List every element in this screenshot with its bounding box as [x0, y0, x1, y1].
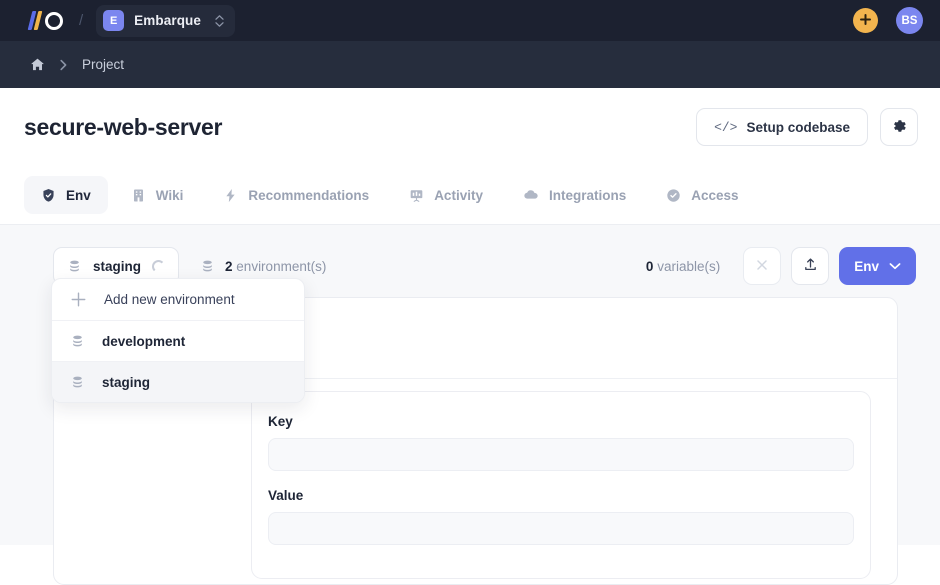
- database-icon: [70, 375, 85, 390]
- page-title: secure-web-server: [24, 113, 223, 140]
- org-switcher[interactable]: E Embarque: [96, 4, 235, 37]
- variable-count-label: variable(s): [657, 258, 721, 274]
- plus-icon: [70, 291, 87, 308]
- upload-button[interactable]: [791, 247, 830, 285]
- variable-count-number: 0: [645, 258, 654, 274]
- key-label: Key: [268, 414, 293, 429]
- shield-check-icon: [41, 188, 56, 203]
- logo-ring: [45, 11, 63, 30]
- upload-icon: [803, 257, 818, 275]
- setup-codebase-label: Setup codebase: [746, 119, 850, 135]
- clear-button[interactable]: [743, 247, 782, 285]
- breadcrumb: Project: [0, 41, 940, 88]
- infinity-logo[interactable]: [27, 10, 63, 32]
- variable-form: Key Value: [251, 391, 871, 579]
- tab-env[interactable]: Env: [24, 176, 108, 214]
- org-name: Embarque: [134, 13, 201, 28]
- top-bar: / E Embarque BS: [0, 0, 940, 41]
- menu-item-add-new-environment[interactable]: Add new environment: [52, 279, 304, 320]
- bolt-icon: [223, 188, 238, 203]
- cloud-icon: [523, 187, 539, 203]
- environment-count-number: 2: [225, 258, 233, 274]
- tab-integrations[interactable]: Integrations: [506, 176, 643, 214]
- book-icon: [131, 188, 146, 203]
- org-badge: E: [103, 10, 125, 31]
- toolbar-actions: 0 variable(s) Env: [646, 247, 916, 285]
- database-icon: [70, 334, 85, 349]
- database-icon: [67, 259, 82, 274]
- env-dropdown-button[interactable]: Env: [839, 247, 916, 285]
- title-actions: </> Setup codebase: [696, 108, 918, 146]
- add-button[interactable]: [853, 8, 878, 33]
- code-icon: </>: [714, 119, 738, 135]
- menu-item-label: development: [102, 333, 186, 349]
- tab-label: Access: [691, 187, 739, 203]
- environment-dropdown-menu: Add new environment development staging: [51, 278, 305, 403]
- tab-label: Recommendations: [248, 187, 370, 203]
- variable-count: 0 variable(s): [646, 259, 720, 274]
- spinner-icon: [152, 259, 166, 273]
- menu-item-staging[interactable]: staging: [52, 361, 304, 402]
- tab-label: Activity: [434, 187, 483, 203]
- tab-recommendations[interactable]: Recommendations: [206, 176, 386, 214]
- tab-label: Env: [66, 187, 91, 203]
- tab-wiki[interactable]: Wiki: [114, 176, 201, 214]
- home-icon[interactable]: [30, 57, 45, 72]
- menu-item-label: staging: [102, 374, 151, 390]
- env-content: staging 2 environment(s) 0 variable(s) E…: [0, 225, 940, 585]
- environment-count-label: environment(s): [236, 258, 327, 274]
- database-icon: [200, 259, 215, 274]
- environment-count: 2 environment(s): [200, 259, 326, 274]
- tab-access[interactable]: Access: [649, 176, 755, 214]
- gear-icon: [891, 118, 907, 137]
- tab-activity[interactable]: Activity: [392, 176, 500, 214]
- tab-label: Integrations: [548, 187, 627, 203]
- title-row: secure-web-server </> Setup codebase: [0, 88, 940, 166]
- menu-item-development[interactable]: development: [52, 320, 304, 361]
- setup-codebase-button[interactable]: </> Setup codebase: [696, 108, 868, 146]
- top-bar-actions: BS: [853, 7, 923, 34]
- badge-check-icon: [666, 188, 681, 203]
- plus-icon: [859, 13, 872, 29]
- breadcrumb-project[interactable]: Project: [82, 57, 124, 72]
- chevron-down-icon: [889, 262, 901, 270]
- presentation-icon: [409, 188, 424, 203]
- tab-bar: Env Wiki Recommendations Activity Integr…: [0, 166, 940, 225]
- chevron-up-down-icon: [215, 14, 224, 27]
- variables-panel-body: Key Value: [54, 379, 897, 579]
- value-label: Value: [268, 488, 304, 503]
- close-x-icon: [755, 258, 769, 275]
- env-dropdown-label: Env: [854, 258, 879, 274]
- environment-selected-label: staging: [93, 258, 142, 274]
- logo-divider: /: [79, 12, 84, 29]
- key-input[interactable]: [268, 438, 854, 471]
- value-input[interactable]: [268, 512, 854, 545]
- menu-item-label: Add new environment: [104, 292, 235, 307]
- chevron-right-icon: [59, 59, 68, 71]
- avatar[interactable]: BS: [896, 7, 923, 34]
- tab-label: Wiki: [155, 187, 184, 203]
- settings-button[interactable]: [880, 108, 918, 146]
